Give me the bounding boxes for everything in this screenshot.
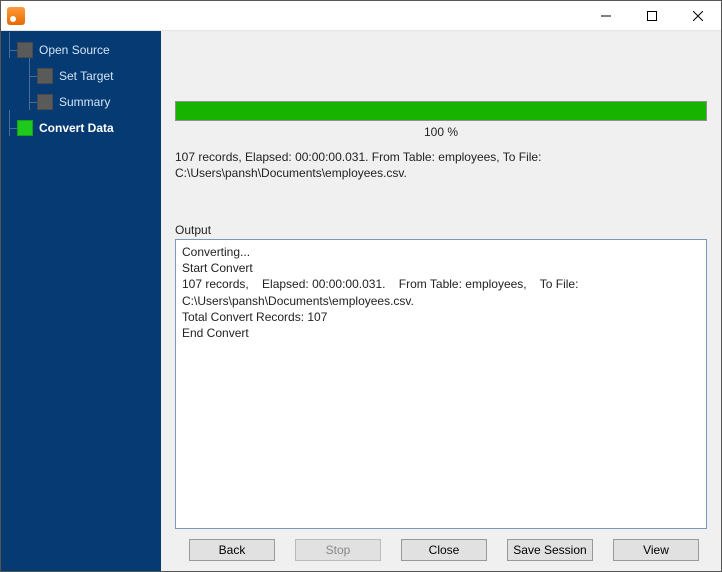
sidebar-item-convert-data[interactable]: Convert Data xyxy=(1,115,161,141)
close-window-button[interactable] xyxy=(675,1,721,31)
button-row: Back Stop Close Save Session View xyxy=(175,529,707,561)
tree-connector-icon xyxy=(3,120,17,136)
output-label: Output xyxy=(175,223,707,237)
progress-label: 100 % xyxy=(175,125,707,139)
body: Open Source Set Target Summary Convert D… xyxy=(1,31,721,571)
progress-area: 100 % xyxy=(175,31,707,149)
step-icon-active xyxy=(17,120,33,136)
tree-connector-icon xyxy=(23,94,37,110)
back-button[interactable]: Back xyxy=(189,539,275,561)
status-text: 107 records, Elapsed: 00:00:00.031. From… xyxy=(175,149,707,183)
sidebar-item-summary[interactable]: Summary xyxy=(1,89,161,115)
save-session-button[interactable]: Save Session xyxy=(507,539,593,561)
step-icon xyxy=(37,94,53,110)
window-controls xyxy=(583,1,721,31)
titlebar xyxy=(1,1,721,31)
tree-connector-icon xyxy=(23,68,37,84)
app-window: Open Source Set Target Summary Convert D… xyxy=(0,0,722,572)
progress-bar xyxy=(175,101,707,121)
step-icon xyxy=(17,42,33,58)
step-icon xyxy=(37,68,53,84)
wizard-sidebar: Open Source Set Target Summary Convert D… xyxy=(1,31,161,571)
maximize-button[interactable] xyxy=(629,1,675,31)
sidebar-item-label: Convert Data xyxy=(39,121,114,135)
tree-connector-icon xyxy=(3,42,17,58)
close-button[interactable]: Close xyxy=(401,539,487,561)
stop-button: Stop xyxy=(295,539,381,561)
minimize-button[interactable] xyxy=(583,1,629,31)
progress-fill xyxy=(176,102,706,120)
sidebar-item-label: Open Source xyxy=(39,43,110,57)
sidebar-item-label: Summary xyxy=(59,95,110,109)
main-panel: 100 % 107 records, Elapsed: 00:00:00.031… xyxy=(161,31,721,571)
output-box[interactable] xyxy=(175,239,707,529)
sidebar-item-open-source[interactable]: Open Source xyxy=(1,37,161,63)
sidebar-item-label: Set Target xyxy=(59,69,113,83)
view-button[interactable]: View xyxy=(613,539,699,561)
sidebar-item-set-target[interactable]: Set Target xyxy=(1,63,161,89)
app-icon xyxy=(7,7,25,25)
